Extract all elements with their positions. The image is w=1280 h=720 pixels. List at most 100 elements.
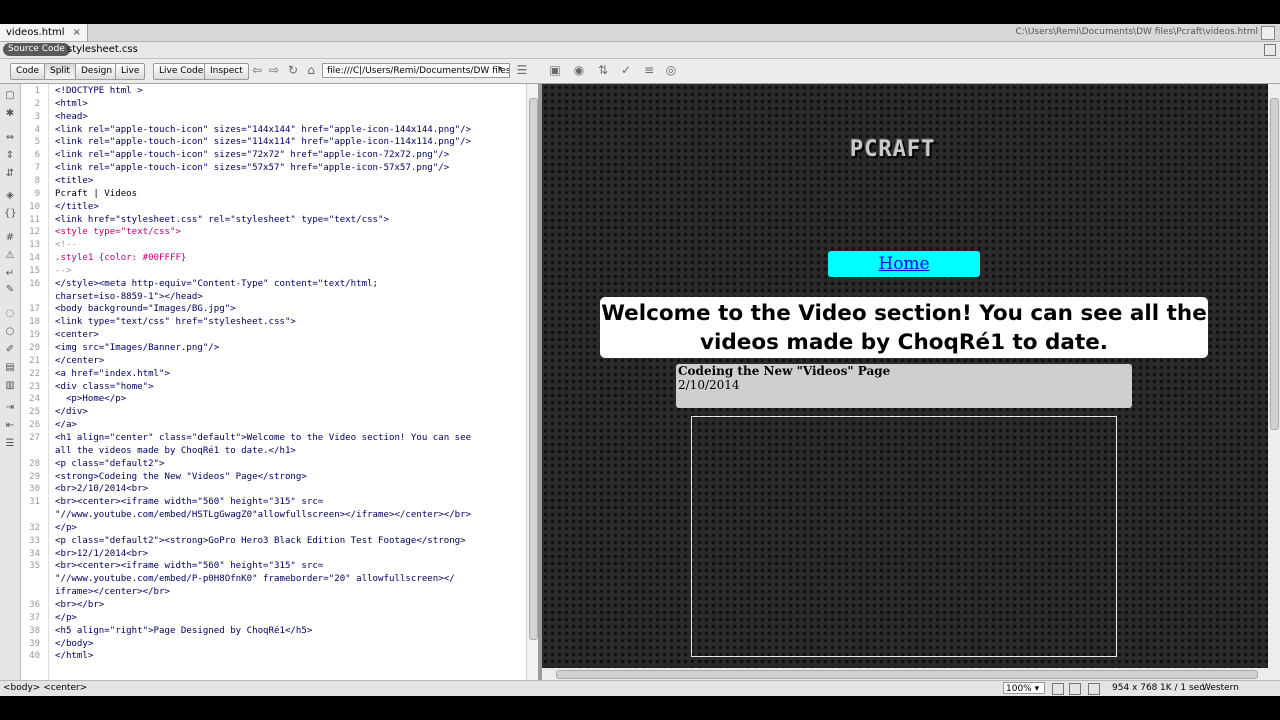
highlight-invalid-code-icon[interactable]: ⚠ [4,250,16,262]
code-line[interactable]: <center> [55,330,99,340]
code-line[interactable]: <strong>Codeing the New "Videos" Page</s… [55,472,307,482]
filter-icon[interactable] [1264,44,1276,56]
code-line[interactable]: "//www.youtube.com/embed/HSTLgGwagZ0"all… [55,510,471,520]
code-line[interactable]: iframe></center></br> [55,587,170,597]
indent-code-icon[interactable]: ⇥ [4,402,16,414]
code-line[interactable]: <img src="Images/Banner.png"/> [55,343,219,353]
live-view-button[interactable]: Live [115,63,146,80]
code-line[interactable]: <!DOCTYPE html > [55,86,143,96]
remove-comment-icon[interactable]: ○ [4,326,16,338]
code-line[interactable]: </div> [55,407,88,417]
select-parent-tag-icon[interactable]: ◈ [4,190,16,202]
code-view-button[interactable]: Code [10,63,46,80]
code-line[interactable]: </title> [55,202,99,212]
forward-icon[interactable]: ⇨ [267,64,281,77]
collapse-selection-icon[interactable]: ⇕ [4,150,16,162]
recent-snippets-icon[interactable]: ▤ [4,362,16,374]
document-tab[interactable]: videos.html × [0,24,88,41]
code-line[interactable]: <p class="default2"><strong>GoPro Hero3 … [55,536,466,546]
multiscreen-icon[interactable]: ▣ [548,64,562,77]
code-line[interactable]: <html> [55,99,88,109]
tag-selector[interactable]: <body> <center> [3,681,87,696]
code-line[interactable]: <link rel="apple-touch-icon" sizes="57x5… [55,163,449,173]
code-line[interactable]: <br><center><iframe width="560" height="… [55,561,323,571]
code-line[interactable]: <a href="index.html"> [55,369,170,379]
code-line[interactable]: <link type="text/css" href="stylesheet.c… [55,317,296,327]
code-line[interactable]: <head> [55,112,88,122]
close-tab-icon[interactable]: × [72,27,80,38]
home-icon[interactable]: ⌂ [304,64,318,77]
video-iframe-placeholder[interactable] [691,416,1117,657]
design-horizontal-scrollbar-thumb[interactable] [556,670,1258,679]
design-view[interactable]: PCRAFT Home Welcome to the Video section… [542,84,1268,668]
code-line[interactable]: Pcraft | Videos [55,189,137,199]
home-nav-box[interactable]: Home [828,251,980,277]
source-code-button[interactable]: Source Code [3,43,70,56]
design-vertical-scrollbar-thumb[interactable] [1270,98,1279,430]
zoom-select[interactable]: 100% ▾ [1003,682,1045,694]
expand-all-icon[interactable]: ⇵ [4,168,16,180]
code-line[interactable]: </p> [55,523,77,533]
code-line[interactable]: <p class="default2"> [55,459,165,469]
outdent-code-icon[interactable]: ⇤ [4,420,16,432]
code-line[interactable]: </style><meta http-equiv="Content-Type" … [55,279,378,289]
code-line[interactable]: <br></br> [55,600,104,610]
code-line[interactable]: </html> [55,651,93,661]
window-dimensions[interactable]: 954 x 768 [1112,681,1157,696]
code-line[interactable]: <style type="text/css"> [55,227,181,237]
code-line[interactable]: --> [55,266,71,276]
code-line[interactable]: <link rel="apple-touch-icon" sizes="114x… [55,137,471,147]
address-field[interactable]: file:///C|/Users/Remi/Documents/DW files… [322,63,510,78]
code-line[interactable]: <p>Home</p> [55,394,126,404]
check-browser-compat-icon[interactable]: ≡ [642,64,656,77]
code-line[interactable]: charset=iso-8859-1"></head> [55,292,203,302]
home-link[interactable]: Home [878,254,929,274]
w3c-validation-icon[interactable]: ✓ [619,64,633,77]
code-line[interactable]: </center> [55,356,104,366]
code-line[interactable]: <div class="home"> [55,382,154,392]
code-line[interactable]: "//www.youtube.com/embed/P-p0H8OfnK0" fr… [55,574,455,584]
line-numbers-icon[interactable]: # [4,232,16,244]
related-file-stylesheet[interactable]: stylesheet.css [67,42,138,58]
code-line[interactable]: .style1 {color: #00FFFF} [55,253,186,263]
code-line[interactable]: <title> [55,176,93,186]
balance-braces-icon[interactable]: {} [4,208,17,220]
back-icon[interactable]: ⇦ [250,64,264,77]
apply-comment-icon[interactable]: ◌ [4,308,16,320]
hand-tool-icon[interactable] [1069,683,1081,695]
live-code-button[interactable]: Live Code [153,63,210,80]
refresh-icon[interactable]: ↻ [286,64,300,77]
show-code-navigator-icon[interactable]: ✱ [4,108,16,120]
code-line[interactable]: <h1 align="center" class="default">Welco… [55,433,471,443]
format-source-code-icon[interactable]: ☰ [4,438,16,450]
code-line[interactable]: <link rel="apple-touch-icon" sizes="144x… [55,125,471,135]
move-css-icon[interactable]: ▥ [4,380,16,392]
code-line[interactable]: <!-- [55,240,77,250]
code-view[interactable]: 1 2 3 4 5 6 7 8 9 10 11 12 13 14 15 16 17 18 19 20 21 22 23 24 2… [21,84,537,680]
address-dropdown-icon[interactable]: ▾ [498,64,502,73]
code-line[interactable]: <h5 align="right">Page Designed by ChoqR… [55,626,312,636]
code-line[interactable]: </a> [55,420,77,430]
split-view-button[interactable]: Split [44,63,76,80]
code-line[interactable]: all the videos made by ChoqRé1 to date.<… [55,446,296,456]
code-line[interactable]: <link href="stylesheet.css" rel="stylesh… [55,215,389,225]
code-line[interactable]: <br><center><iframe width="560" height="… [55,497,323,507]
file-management-icon[interactable]: ⇅ [596,64,610,77]
window-size-icon[interactable] [1088,683,1100,695]
code-line[interactable]: <br>12/1/2014<br> [55,549,148,559]
wrap-tag-icon[interactable]: ✐ [4,344,16,356]
collapse-full-tag-icon[interactable]: ⇔ [4,132,16,144]
code-scrollbar-thumb[interactable] [529,98,538,640]
design-horizontal-scrollbar[interactable] [542,668,1280,680]
open-documents-icon[interactable]: ▢ [4,90,16,102]
preview-in-browser-icon[interactable]: ◉ [572,64,586,77]
design-vertical-scrollbar[interactable] [1268,84,1280,668]
restore-window-icon[interactable] [1261,26,1275,40]
code-line[interactable]: <body background="Images/BG.jpg"> [55,304,236,314]
visual-aids-icon[interactable]: ◎ [664,64,678,77]
browser-navigation-icon[interactable]: ☰ [515,64,529,77]
select-tool-icon[interactable] [1052,683,1064,695]
word-wrap-icon[interactable]: ↵ [4,268,16,280]
design-view-button[interactable]: Design [75,63,119,80]
syntax-error-alerts-icon[interactable]: ✎ [4,284,16,296]
